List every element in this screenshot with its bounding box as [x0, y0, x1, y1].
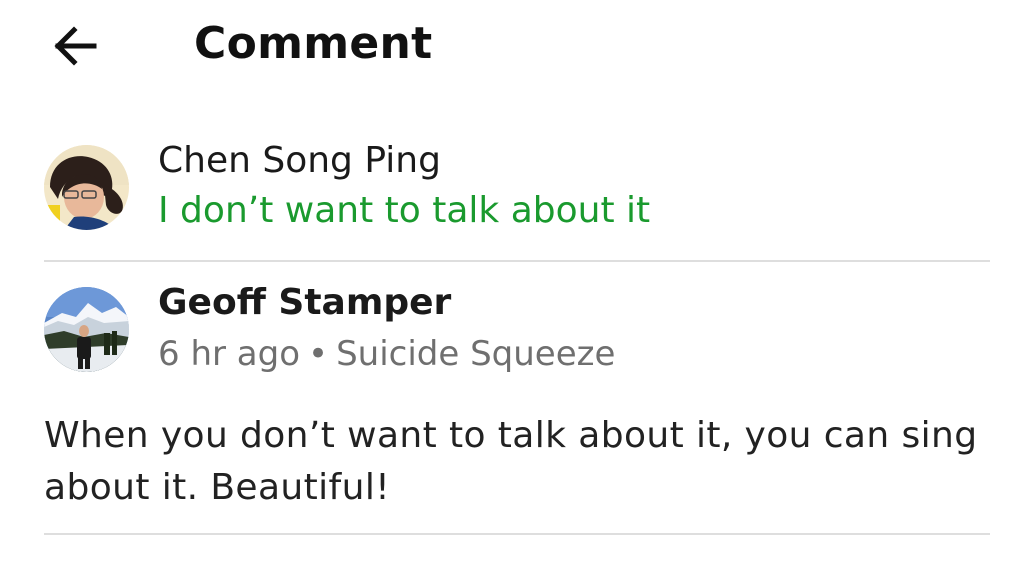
comment-body: When you don’t want to talk about it, yo…: [44, 415, 978, 508]
post-text: I don’t want to talk about it: [158, 190, 651, 231]
divider: [44, 533, 990, 535]
avatar[interactable]: [44, 145, 129, 230]
original-post: Chen Song Ping I don’t want to talk abou…: [0, 140, 1024, 250]
arrow-left-icon: [54, 26, 97, 66]
comment-meta: 6 hr ago • Suicide Squeeze: [158, 334, 615, 374]
comment-author-name[interactable]: Geoff Stamper: [158, 282, 451, 323]
user-photo: [44, 287, 129, 372]
meta-separator: •: [308, 334, 329, 374]
user-photo: [44, 145, 129, 230]
comment-time: 6 hr ago: [158, 334, 300, 374]
comment-context[interactable]: Suicide Squeeze: [336, 334, 615, 374]
divider: [44, 260, 990, 262]
avatar[interactable]: [44, 287, 129, 372]
page-title: Comment: [194, 18, 433, 69]
app-header: Comment: [0, 0, 1024, 100]
post-author-name[interactable]: Chen Song Ping: [158, 140, 441, 181]
back-button[interactable]: [48, 22, 104, 70]
